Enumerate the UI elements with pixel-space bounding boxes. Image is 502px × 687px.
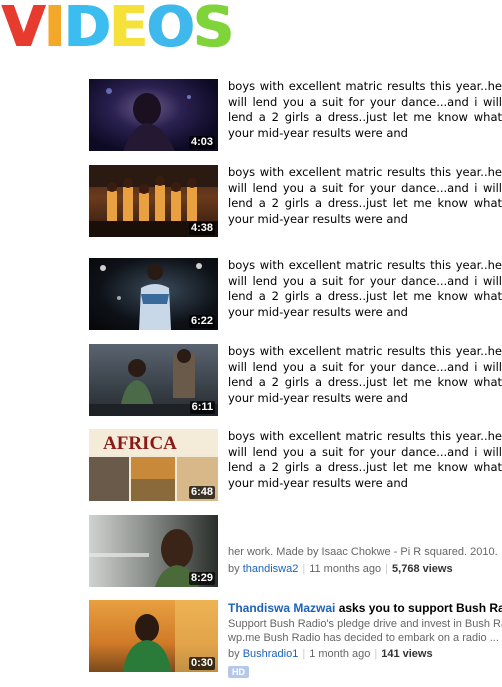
video-meta: by thandiswa2 | 11 months ago | 5,768 views xyxy=(228,563,453,575)
channel-link[interactable]: Bushradio1 xyxy=(243,648,299,660)
hd-badge: HD xyxy=(228,666,249,678)
channel-link[interactable]: thandiswa2 xyxy=(243,563,299,575)
by-label: by xyxy=(228,563,240,575)
duration-badge: 0:30 xyxy=(188,657,215,670)
upload-age: 11 months ago xyxy=(309,563,382,575)
meta-divider: | xyxy=(385,563,389,575)
video-thumbnail[interactable]: 6:22 xyxy=(89,258,218,330)
view-count: 5,768 views xyxy=(392,563,453,575)
video-title: Thandiswa Mazwai asks you to support Bus… xyxy=(228,601,502,615)
upload-age: 1 month ago xyxy=(309,648,371,660)
view-count: 141 views xyxy=(381,648,433,660)
video-description: her work. Made by Isaac Chokwe - Pi R sq… xyxy=(228,546,498,558)
video-description: boys with excellent matric results this … xyxy=(228,165,502,226)
meta-divider: | xyxy=(374,648,378,660)
duration-badge: 6:48 xyxy=(188,486,215,499)
duration-badge: 8:29 xyxy=(188,572,215,585)
title-letter-o: O xyxy=(146,0,195,60)
title-letter-s: S xyxy=(193,0,234,60)
duration-badge: 4:38 xyxy=(188,222,215,235)
meta-divider: | xyxy=(302,563,306,575)
video-thumbnail[interactable]: AFRICA 6:48 xyxy=(89,429,218,501)
duration-badge: 4:03 xyxy=(188,136,215,149)
duration-badge: 6:11 xyxy=(189,401,215,414)
video-thumbnail[interactable]: 4:38 xyxy=(89,165,218,237)
page-title: V I D E O S xyxy=(2,0,234,60)
video-description-line-2: wp.me Bush Radio has decided to embark o… xyxy=(228,632,499,644)
video-thumbnail[interactable]: 8:29 xyxy=(89,515,218,587)
video-description: boys with excellent matric results this … xyxy=(228,258,502,319)
video-thumbnail[interactable]: 0:30 xyxy=(89,600,218,672)
by-label: by xyxy=(228,648,240,660)
video-description: boys with excellent matric results this … xyxy=(228,344,502,405)
meta-divider: | xyxy=(302,648,306,660)
video-description-line-1: Support Bush Radio's pledge drive and in… xyxy=(228,618,502,630)
duration-badge: 6:22 xyxy=(188,315,215,328)
thumb-title-text: AFRICA xyxy=(103,433,177,454)
video-title-link[interactable]: Thandiswa Mazwai xyxy=(228,601,335,615)
video-thumbnail[interactable]: 4:03 xyxy=(89,79,218,151)
title-letter-e: E xyxy=(109,0,148,60)
video-meta: by Bushradio1 | 1 month ago | 141 views xyxy=(228,648,433,660)
video-title-rest[interactable]: asks you to support Bush Radio xyxy=(339,601,502,615)
video-thumbnail[interactable]: 6:11 xyxy=(89,344,218,416)
title-letter-d: D xyxy=(64,0,110,60)
title-letter-i: I xyxy=(44,0,65,60)
video-description: boys with excellent matric results this … xyxy=(228,79,502,140)
video-description: boys with excellent matric results this … xyxy=(228,429,502,490)
title-letter-v: V xyxy=(2,0,45,60)
